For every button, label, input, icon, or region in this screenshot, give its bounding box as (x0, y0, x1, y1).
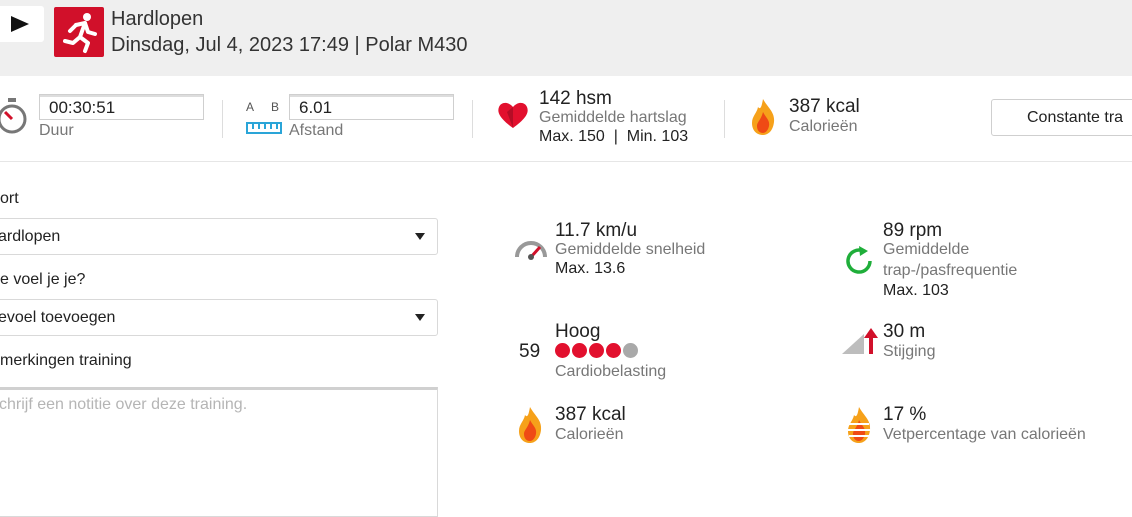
ascent-value: 30 m (883, 321, 926, 342)
flame-icon (519, 407, 542, 443)
divider (724, 100, 725, 138)
cardio-load-dots (555, 343, 638, 358)
load-dot (555, 343, 570, 358)
cadence-label-1: Gemiddelde (883, 241, 970, 258)
notes-label: merkingen training (0, 352, 132, 369)
calories-value: 387 kcal (789, 96, 860, 117)
ascent-icon (842, 328, 878, 354)
divider (222, 100, 223, 138)
cadence-label-2: trap-/pasfrequentie (883, 262, 1018, 279)
load-dot (589, 343, 604, 358)
speed-label: Gemiddelde snelheid (555, 241, 706, 258)
sport-select[interactable]: ardlopen (0, 218, 438, 255)
cardio-load-value: Hoog (555, 321, 601, 342)
fat-percentage-value: 17 % (883, 404, 927, 425)
cadence-value: 89 rpm (883, 220, 943, 241)
distance-b-label: B (271, 100, 280, 114)
summary-stats-bar: 00:30:51 Duur A B 6.01 Afstand 142 hsm G… (0, 76, 1132, 162)
cadence-icon (846, 246, 872, 274)
activity-header: Hardlopen Dinsdag, Jul 4, 2023 17:49 | P… (0, 0, 1132, 76)
speed-value: 11.7 km/u (555, 220, 638, 241)
speed-max: Max. 13.6 (555, 260, 626, 277)
fat-percentage-label: Vetpercentage van calorieën (883, 426, 1086, 443)
hr-value: 142 hsm (539, 88, 612, 109)
constant-training-button[interactable]: Constante tra (991, 99, 1132, 136)
feeling-select[interactable]: evoel toevoegen (0, 299, 438, 336)
running-icon (54, 7, 104, 57)
cardio-load-label: Cardiobelasting (555, 363, 667, 380)
caret-down-icon (415, 233, 425, 240)
load-dot (572, 343, 587, 358)
calories-metric-label: Calorieën (555, 426, 624, 443)
load-dot (606, 343, 621, 358)
play-button[interactable] (0, 6, 44, 42)
cardio-load-number: 59 (519, 341, 541, 362)
caret-down-icon (415, 314, 425, 321)
sport-label: ort (0, 190, 19, 207)
speedometer-icon (515, 241, 547, 260)
flame-icon (752, 99, 775, 135)
notes-textarea[interactable]: chrijf een notitie over deze training. (0, 387, 438, 517)
ascent-label: Stijging (883, 343, 936, 360)
sport-select-value: ardlopen (0, 228, 61, 245)
feeling-label: e voel je je? (0, 271, 86, 288)
activity-subtitle: Dinsdag, Jul 4, 2023 17:49 | Polar M430 (111, 34, 468, 56)
cadence-max: Max. 103 (883, 282, 949, 299)
duration-field[interactable]: 00:30:51 (39, 94, 204, 120)
divider (472, 100, 473, 138)
load-dot (623, 343, 638, 358)
feeling-select-value: evoel toevoegen (0, 309, 116, 326)
distance-a-label: A (246, 100, 255, 114)
calories-label: Calorieën (789, 118, 858, 135)
distance-field[interactable]: 6.01 (289, 94, 454, 120)
hr-label: Gemiddelde hartslag (539, 109, 687, 126)
fat-flame-icon (848, 407, 871, 443)
distance-label: Afstand (289, 122, 344, 139)
calories-metric-value: 387 kcal (555, 404, 626, 425)
hr-minmax: Max. 150 | Min. 103 (539, 128, 689, 145)
activity-title: Hardlopen (111, 8, 204, 30)
ruler-icon (246, 122, 282, 134)
play-icon (11, 16, 29, 32)
duration-label: Duur (39, 122, 74, 139)
heart-icon (498, 102, 528, 128)
stopwatch-icon (0, 98, 27, 134)
